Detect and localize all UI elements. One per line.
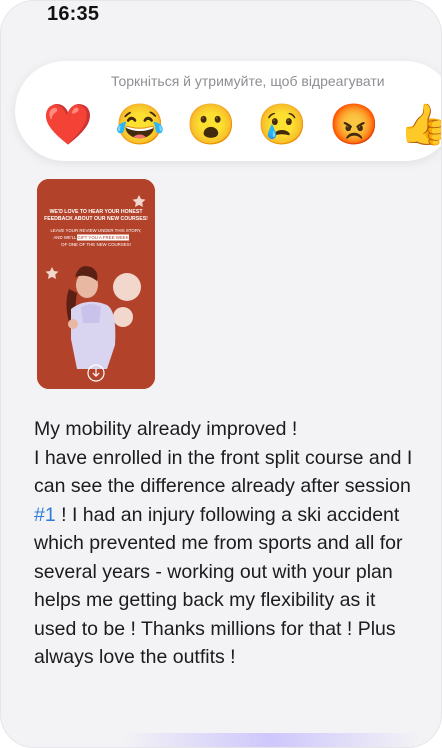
home-indicator-glow <box>121 733 421 747</box>
angry-reaction-icon[interactable]: 😡 <box>329 101 379 149</box>
svg-text:FEEDBACK ABOUT OUR NEW COURSES: FEEDBACK ABOUT OUR NEW COURSES! <box>44 216 148 222</box>
joy-reaction-icon[interactable]: 😂 <box>115 101 165 149</box>
story-headline: WE'D LOVE TO HEAR YOUR HONEST <box>50 209 144 215</box>
story-highlight: GIFT YOU A FREE WEEK <box>77 235 128 240</box>
status-time: 16:35 <box>47 3 100 25</box>
message-part1: I have enrolled in the front split cours… <box>34 446 413 498</box>
status-bar: 16:35 <box>1 1 441 33</box>
reaction-bar: Торкніться й утримуйте, щоб відреагувати… <box>15 61 441 161</box>
story-body-line3: OF ONE OF THE NEW COURSES! <box>61 242 131 247</box>
story-body-line2a: AND WE'LL <box>53 235 77 240</box>
phone-screen: 16:35 Торкніться й утримуйте, щоб відреа… <box>0 0 442 748</box>
message-part2: ! I had an injury following a ski accide… <box>34 503 403 669</box>
hashtag-link[interactable]: #1 <box>34 504 56 526</box>
thumbs-up-reaction-icon[interactable]: 👍 <box>399 101 441 149</box>
message-line1: My mobility already improved ! <box>34 418 298 440</box>
story-body-line1: LEAVE YOUR REVIEW UNDER THIS STORY, <box>50 228 141 233</box>
story-preview-card[interactable]: WE'D LOVE TO HEAR YOUR HONEST FEEDBACK A… <box>37 179 155 389</box>
svg-text:WE'D LOVE TO HEAR YOUR HONEST: WE'D LOVE TO HEAR YOUR HONEST <box>50 209 144 215</box>
message-text: My mobility already improved ! I have en… <box>34 415 414 672</box>
reaction-hint: Торкніться й утримуйте, щоб відреагувати <box>111 73 385 89</box>
message-body: I have enrolled in the front split cours… <box>34 444 414 672</box>
heart-reaction-icon[interactable]: ❤️ <box>43 101 93 149</box>
story-preview-graphic: WE'D LOVE TO HEAR YOUR HONEST FEEDBACK A… <box>37 179 155 389</box>
surprised-reaction-icon[interactable]: 😮 <box>186 101 236 149</box>
sad-reaction-icon[interactable]: 😢 <box>257 101 307 149</box>
